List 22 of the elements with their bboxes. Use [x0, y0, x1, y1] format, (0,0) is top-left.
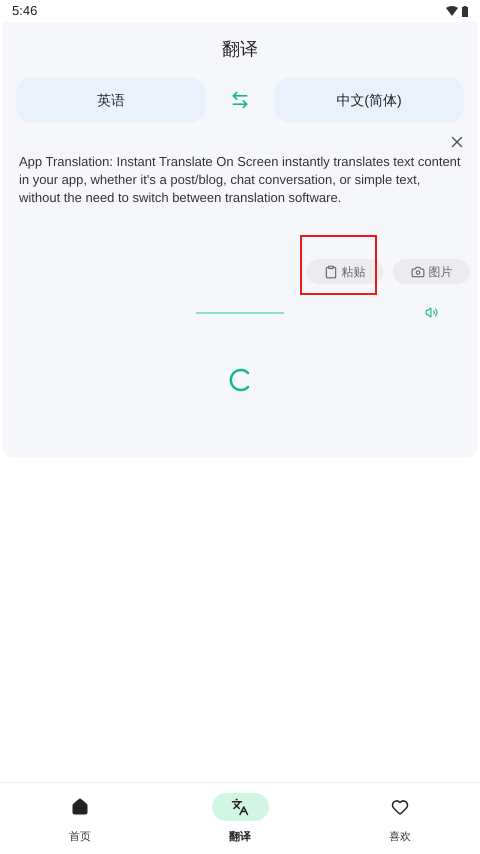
source-text: App Translation: Instant Translate On Screen instantly translates text content in your app, whether it's a post/blog, chat conversation, or simple text, without the need to switch between translation software.: [18, 153, 462, 207]
nav-tab[interactable]: 翻译: [160, 783, 320, 854]
source-language-button[interactable]: 英语: [16, 77, 206, 123]
page-title: 翻译: [222, 38, 258, 61]
wifi-icon: [446, 6, 458, 16]
speaker-icon[interactable]: [425, 306, 438, 319]
translate-icon: [231, 798, 249, 816]
nav-label: 翻译: [229, 830, 251, 845]
battery-icon: [462, 6, 468, 16]
nav-label: 首页: [69, 830, 91, 845]
paste-button[interactable]: 粘贴: [306, 259, 383, 284]
nav-tab[interactable]: 首页: [0, 783, 160, 854]
camera-icon: [410, 264, 424, 278]
swap-icon[interactable]: [230, 90, 250, 110]
nav-tab[interactable]: 喜欢: [320, 783, 480, 854]
clipboard-icon: [324, 264, 338, 278]
heart-icon: [391, 798, 409, 816]
nav-label: 喜欢: [389, 830, 411, 845]
home-icon: [71, 798, 89, 816]
image-button[interactable]: 图片: [393, 259, 470, 284]
status-time: 5:46: [12, 2, 38, 20]
target-language-button[interactable]: 中文(简体): [274, 77, 464, 123]
